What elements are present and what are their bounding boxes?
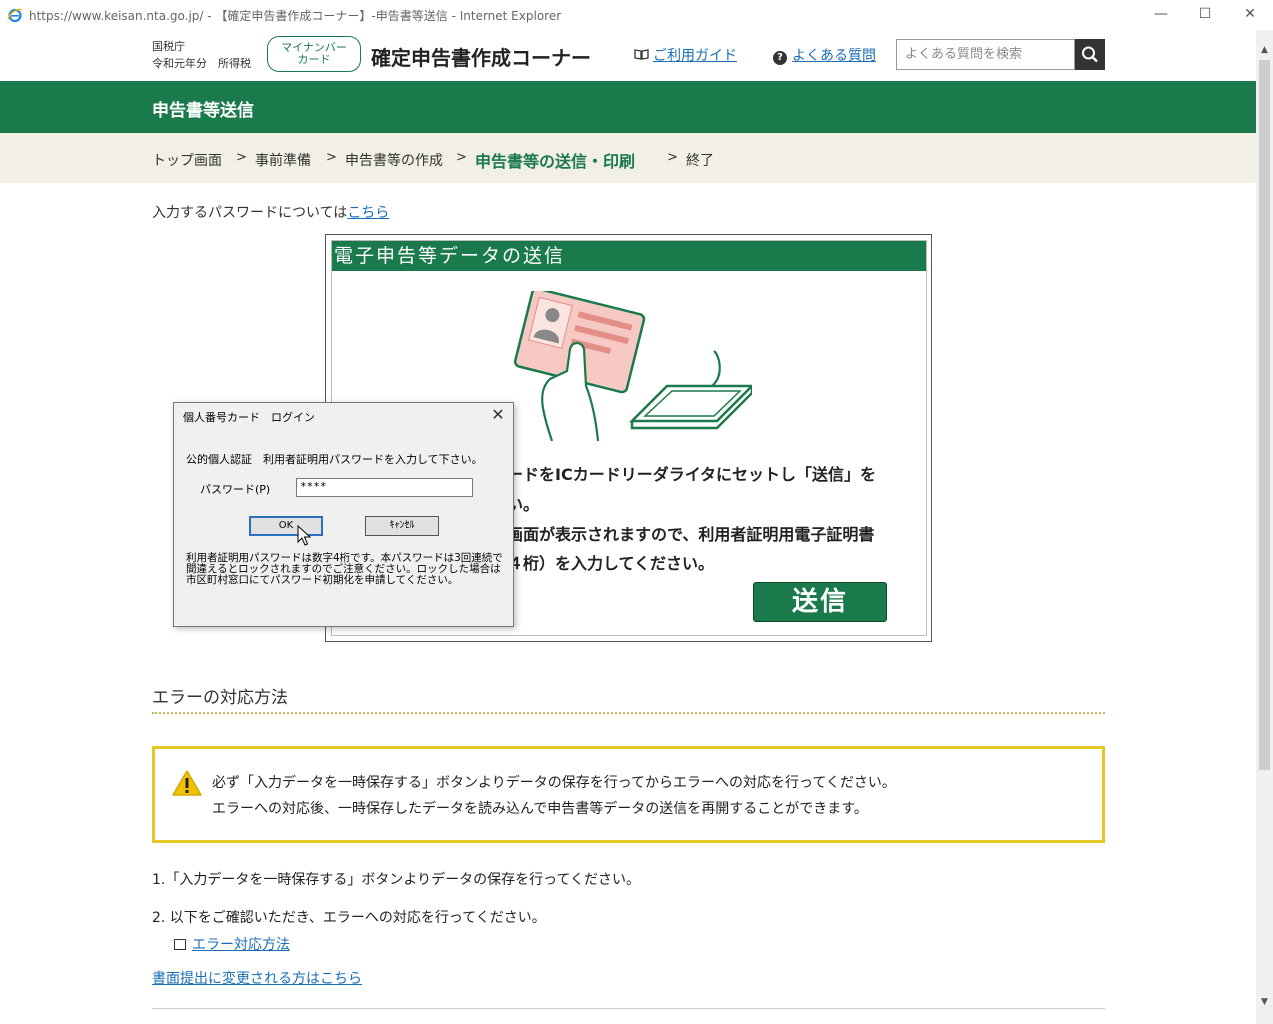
send-instruction-line3: 画面が表示されますので、利用者証明用電子証明書 [507,525,875,544]
search-button[interactable] [1075,39,1105,70]
bottom-divider [152,1008,1105,1009]
password-info-link[interactable]: こちら [347,205,389,221]
mynumber-label-line2: カード [297,53,331,66]
site-header: 国税庁 令和元年分 所得税 マイナンバー カード 確定申告書作成コーナー ご利用… [0,30,1256,81]
send-panel-heading: 電子申告等データの送信 [332,241,926,271]
new-window-icon [174,939,186,950]
maximize-button[interactable]: ☐ [1194,4,1216,24]
warning-line1: 必ず「入力データを一時保存する」ボタンよりデータの保存を行ってからエラーへの対応… [212,775,896,791]
cancel-button[interactable]: ｷｬﾝｾﾙ [365,516,439,536]
password-note-text: 入力するパスワードについては [152,205,348,221]
section-band: 申告書等送信 [0,81,1256,133]
send-instruction-line4: ４桁）を入力してください。 [507,554,715,573]
warning-box: 必ず「入力データを一時保存する」ボタンよりデータの保存を行ってからエラーへの対応… [152,746,1105,843]
search-icon [1082,46,1098,63]
password-input[interactable]: **** [296,478,473,497]
minimize-button[interactable]: — [1150,4,1172,24]
password-note: 入力するパスワードについてはこちら [152,202,389,222]
site-title: 確定申告書作成コーナー [371,46,591,70]
warning-icon [172,770,202,796]
scroll-up-icon[interactable]: ▲ [1256,42,1273,59]
paper-submission-link[interactable]: 書面提出に変更される方はこちら [152,968,362,988]
usage-guide-link[interactable]: ご利用ガイド [634,45,737,65]
usage-guide-label: ご利用ガイド [653,48,737,64]
breadcrumb-item-send-print: 申告書等の送信・印刷 [475,152,636,171]
card-reader-illustration-icon [513,291,752,441]
agency-info: 国税庁 令和元年分 所得税 [152,38,251,72]
error-section-title: エラーの対応方法 [152,688,288,708]
step-1: 1.「入力データを一時保存する」ボタンよりデータの保存を行ってください。 [152,872,640,888]
mynumber-card-button[interactable]: マイナンバー カード [267,36,361,72]
scrollbar-thumb[interactable] [1259,60,1270,770]
mynumber-login-dialog: 個人番号カード ログイン ✕ 公的個人認証 利用者証明用パスワードを入力して下さ… [173,402,514,627]
dialog-title: 個人番号カード ログイン [183,411,315,424]
breadcrumb-separator: > [326,150,337,165]
warning-line2: エラーへの対応後、一時保存したデータを読み込んで申告書等データの送信を再開するこ… [212,801,868,817]
section-title: 申告書等送信 [152,101,254,121]
step-2: 2. 以下をご確認いただき、エラーへの対応を行ってください。 [152,910,546,926]
agency-name: 国税庁 [152,40,185,53]
breadcrumb-separator: > [236,150,247,165]
breadcrumb-item-preparation: 事前準備 [255,153,311,169]
breadcrumb-item-finish: 終了 [686,153,714,169]
window-title-bar: https://www.keisan.nta.go.jp/ - 【確定申告書作成… [0,0,1273,30]
question-icon: ? [773,51,787,65]
mouse-pointer-icon [297,525,311,546]
book-icon [634,49,649,60]
dialog-message: 公的個人認証 利用者証明用パスワードを入力して下さい。 [186,453,483,466]
send-instruction-line1: ードをICカードリーダライタにセットし「送信」を [507,465,877,484]
faq-link[interactable]: ? よくある質問 [773,45,876,65]
internet-explorer-icon [7,8,23,23]
password-lock-note: 利用者証明用パスワードは数字4桁です。本パスワードは3回連続で間違えるとロックさ… [186,552,503,586]
close-window-button[interactable]: ✕ [1239,4,1261,24]
error-handling-link[interactable]: エラー対応方法 [174,934,290,954]
password-label: パスワード(P) [200,483,271,496]
faq-search-input[interactable] [896,39,1075,70]
section-divider [152,712,1105,714]
ok-button[interactable]: OK [249,516,323,536]
error-handling-label: エラー対応方法 [192,937,290,953]
breadcrumb-item-creation: 申告書等の作成 [345,153,443,169]
dialog-close-button[interactable]: ✕ [488,405,508,425]
scroll-down-icon[interactable]: ▼ [1256,994,1273,1011]
vertical-scrollbar[interactable]: ▲ ▼ [1256,30,1273,1024]
breadcrumb-separator: > [667,150,678,165]
tax-year: 令和元年分 所得税 [152,57,251,70]
window-title: https://www.keisan.nta.go.jp/ - 【確定申告書作成… [29,9,562,23]
breadcrumb-item-top: トップ画面 [152,153,222,169]
send-button[interactable]: 送信 [753,582,887,622]
faq-label: よくある質問 [792,48,876,64]
breadcrumb-separator: > [456,150,467,165]
breadcrumb: トップ画面 > 事前準備 > 申告書等の作成 > 申告書等の送信・印刷 > 終了 [0,133,1256,183]
